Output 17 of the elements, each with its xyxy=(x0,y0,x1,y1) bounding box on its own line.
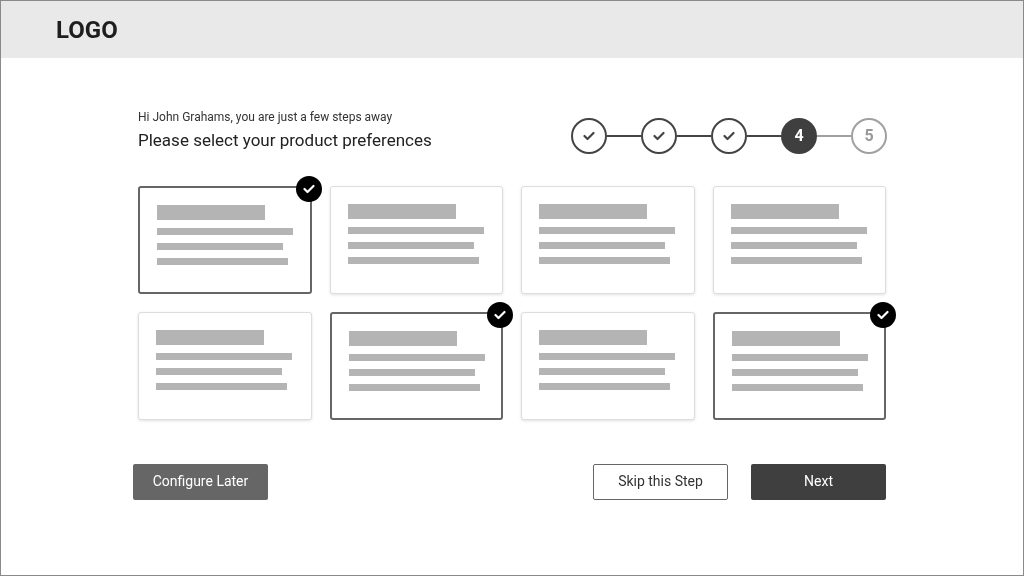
skip-step-button[interactable]: Skip this Step xyxy=(593,463,728,500)
next-button[interactable]: Next xyxy=(751,463,886,500)
check-icon xyxy=(583,130,595,141)
page-heading: Please select your product preferences xyxy=(138,129,432,152)
preference-card[interactable] xyxy=(138,185,312,294)
logo[interactable]: LOGO xyxy=(56,11,118,48)
current-step: 4 xyxy=(781,117,817,154)
preference-card[interactable] xyxy=(329,311,503,420)
greeting-text: Hi John Grahams, you are just a few steps away xyxy=(138,109,394,126)
check-icon xyxy=(877,309,889,320)
pending-step: 5 xyxy=(851,117,887,154)
check-icon xyxy=(653,130,665,141)
configure-later-button[interactable]: Configure Later xyxy=(133,463,268,500)
check-icon xyxy=(302,183,315,194)
check-icon xyxy=(723,130,735,141)
check-icon xyxy=(494,309,506,320)
preference-card[interactable] xyxy=(712,311,886,420)
